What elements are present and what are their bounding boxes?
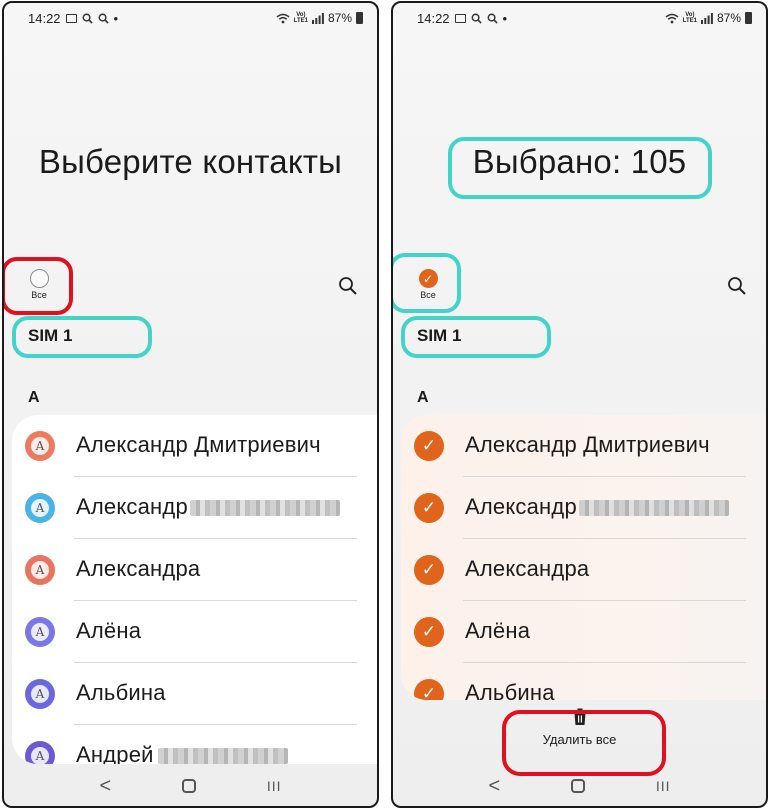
contact-name-row: Александр [465,494,729,520]
gallery-icon [454,13,466,23]
phone-screen-select: 14:22 • Vo) LTE1 87% Выберите контакты Вс… [2,1,379,808]
search-icon [98,13,109,24]
contact-name: Альбина [76,680,166,705]
avatar: A [25,741,55,764]
navigation-bar: < III [4,766,377,806]
avatar: A [25,555,55,585]
status-dot: • [113,10,119,26]
volte-icon: Vo) LTE1 [683,12,697,24]
signal-icon [311,12,324,24]
unchecked-circle-icon [29,269,49,288]
checkmark-icon[interactable]: ✓ [414,679,444,700]
back-icon[interactable]: < [99,775,111,798]
contact-name: Алёна [76,618,142,643]
contact-name: Андрей [76,742,154,764]
select-all-checkbox[interactable]: Все [18,265,60,300]
recents-icon[interactable]: III [267,778,282,794]
battery-icon [745,12,752,24]
avatar-letter: A [31,685,49,703]
list-item[interactable]: A Алёна [12,601,377,663]
battery-percent: 87% [716,11,741,25]
contact-name: Алёна [465,618,531,643]
checkmark-icon[interactable]: ✓ [414,493,444,523]
avatar: A [25,679,55,709]
battery-percent: 87% [327,11,352,25]
list-item[interactable]: A Александра [12,539,377,601]
select-all-label: Все [420,290,436,300]
avatar-letter: A [31,747,49,764]
blurred-surname [189,500,340,517]
contact-name: Александра [465,556,590,581]
search-icon [471,13,482,24]
contact-name: Александра [76,556,201,581]
list-item[interactable]: ✓ Александр [401,477,766,539]
signal-icon [700,12,713,24]
contact-list: ✓ Александр Дмитриевич ✓ Александр ✓ Але… [401,415,766,700]
search-icon [82,13,93,24]
gallery-icon [65,13,77,23]
status-bar: 14:22 • Vo) LTE1 87% [393,3,766,33]
wifi-icon [276,13,290,23]
list-item[interactable]: A Александр Дмитриевич [12,415,377,477]
avatar: A [25,493,55,523]
blurred-surname [578,500,729,517]
search-icon[interactable] [726,275,748,297]
avatar: A [25,617,55,647]
list-item[interactable]: A Андрей [12,725,377,764]
contact-name: Александр [76,494,188,519]
avatar-letter: A [31,437,49,455]
select-all-checkbox[interactable]: ✓ Все [407,265,449,300]
list-item[interactable]: ✓ Александра [401,539,766,601]
volte-icon: Vo) LTE1 [294,12,308,24]
blurred-surname [157,748,288,764]
list-item[interactable]: ✓ Александр Дмитриевич [401,415,766,477]
avatar-letter: A [31,561,49,579]
battery-icon [356,12,363,24]
contact-name-row: Александр [76,494,340,520]
page-title: Выберите контакты [38,143,343,180]
contact-name: Альбина [465,680,555,700]
delete-all-label: Удалить все [542,732,617,747]
avatar-letter: A [31,623,49,641]
status-dot: • [502,10,508,26]
delete-all-button[interactable]: Удалить все [393,700,766,766]
home-icon[interactable] [182,779,196,793]
section-letter: А [417,389,429,406]
sim-label: SIM 1 [28,326,73,345]
status-bar: 14:22 • Vo) LTE1 87% [4,3,377,33]
contact-name: Александр Дмитриевич [465,432,710,457]
contact-name: Александр Дмитриевич [76,432,321,457]
contact-name: Александр [465,494,577,519]
trash-icon [572,708,587,725]
recents-icon[interactable]: III [656,778,671,794]
status-time: 14:22 [28,10,61,26]
avatar: A [25,431,55,461]
contact-list: A Александр Дмитриевич A Александр A Але… [12,415,377,764]
avatar-letter: A [31,499,49,517]
back-icon[interactable]: < [488,775,500,798]
list-item[interactable]: A Александр [12,477,377,539]
list-item[interactable]: ✓ Алёна [401,601,766,663]
search-icon [487,13,498,24]
section-letter: А [28,389,40,406]
lte-text: LTE1 [293,18,308,24]
wifi-icon [665,13,679,23]
checkmark-icon: ✓ [418,269,438,288]
checkmark-icon[interactable]: ✓ [414,555,444,585]
home-icon[interactable] [571,779,585,793]
sim-label: SIM 1 [417,326,462,345]
contact-name-row: Андрей [76,742,288,764]
status-time: 14:22 [417,10,450,26]
selected-count-title: Выбрано: 105 [472,143,687,180]
checkmark-icon[interactable]: ✓ [414,431,444,461]
list-item[interactable]: ✓ Альбина [401,663,766,700]
navigation-bar: < III [393,766,766,806]
select-all-label: Все [31,290,47,300]
checkmark-icon[interactable]: ✓ [414,617,444,647]
search-icon[interactable] [337,275,359,297]
phone-screen-selected: 14:22 • Vo) LTE1 87% Выбрано: 105 ✓ Все S… [391,1,768,808]
list-item[interactable]: A Альбина [12,663,377,725]
lte-text: LTE1 [682,18,697,24]
